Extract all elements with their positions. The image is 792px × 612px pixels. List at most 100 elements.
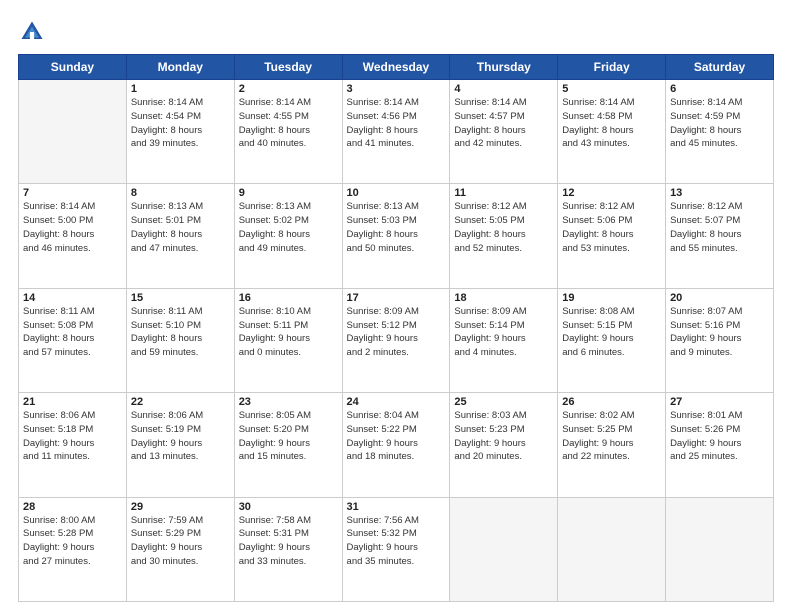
sunrise-text: Sunrise: 8:14 AM (454, 97, 526, 108)
daylight-minutes-text: and 20 minutes. (454, 451, 522, 462)
calendar-day-cell: 19Sunrise: 8:08 AMSunset: 5:15 PMDayligh… (558, 288, 666, 392)
day-number: 25 (454, 396, 553, 408)
calendar-week-row: 1Sunrise: 8:14 AMSunset: 4:54 PMDaylight… (19, 80, 774, 184)
day-number: 10 (347, 187, 446, 199)
sunrise-text: Sunrise: 8:12 AM (562, 201, 634, 212)
daylight-hours-text: Daylight: 9 hours (670, 333, 741, 344)
calendar-day-cell: 12Sunrise: 8:12 AMSunset: 5:06 PMDayligh… (558, 184, 666, 288)
day-number: 15 (131, 292, 230, 304)
weekday-header-cell: Monday (126, 55, 234, 80)
daylight-hours-text: Daylight: 8 hours (239, 125, 310, 136)
daylight-hours-text: Daylight: 8 hours (670, 229, 741, 240)
daylight-hours-text: Daylight: 9 hours (23, 438, 94, 449)
sunrise-text: Sunrise: 8:06 AM (23, 410, 95, 421)
calendar-day-cell: 15Sunrise: 8:11 AMSunset: 5:10 PMDayligh… (126, 288, 234, 392)
day-info: Sunrise: 8:03 AMSunset: 5:23 PMDaylight:… (454, 409, 553, 464)
day-number: 13 (670, 187, 769, 199)
calendar-day-cell (450, 497, 558, 601)
sunrise-text: Sunrise: 8:04 AM (347, 410, 419, 421)
sunrise-text: Sunrise: 8:14 AM (562, 97, 634, 108)
daylight-minutes-text: and 33 minutes. (239, 556, 307, 567)
daylight-minutes-text: and 52 minutes. (454, 243, 522, 254)
calendar-day-cell: 16Sunrise: 8:10 AMSunset: 5:11 PMDayligh… (234, 288, 342, 392)
sunset-text: Sunset: 4:55 PM (239, 111, 309, 122)
sunset-text: Sunset: 5:28 PM (23, 528, 93, 539)
sunset-text: Sunset: 5:10 PM (131, 320, 201, 331)
sunset-text: Sunset: 5:12 PM (347, 320, 417, 331)
sunset-text: Sunset: 5:25 PM (562, 424, 632, 435)
daylight-hours-text: Daylight: 8 hours (131, 125, 202, 136)
logo-icon (18, 18, 46, 46)
calendar-day-cell: 18Sunrise: 8:09 AMSunset: 5:14 PMDayligh… (450, 288, 558, 392)
day-number: 27 (670, 396, 769, 408)
calendar-day-cell: 17Sunrise: 8:09 AMSunset: 5:12 PMDayligh… (342, 288, 450, 392)
daylight-minutes-text: and 35 minutes. (347, 556, 415, 567)
day-info: Sunrise: 8:06 AMSunset: 5:19 PMDaylight:… (131, 409, 230, 464)
daylight-minutes-text: and 49 minutes. (239, 243, 307, 254)
daylight-minutes-text: and 43 minutes. (562, 138, 630, 149)
day-number: 12 (562, 187, 661, 199)
sunset-text: Sunset: 5:07 PM (670, 215, 740, 226)
calendar-day-cell: 11Sunrise: 8:12 AMSunset: 5:05 PMDayligh… (450, 184, 558, 288)
sunrise-text: Sunrise: 8:13 AM (131, 201, 203, 212)
day-number: 17 (347, 292, 446, 304)
daylight-hours-text: Daylight: 8 hours (23, 333, 94, 344)
sunrise-text: Sunrise: 8:14 AM (239, 97, 311, 108)
calendar-day-cell: 14Sunrise: 8:11 AMSunset: 5:08 PMDayligh… (19, 288, 127, 392)
daylight-hours-text: Daylight: 9 hours (454, 333, 525, 344)
day-info: Sunrise: 8:07 AMSunset: 5:16 PMDaylight:… (670, 305, 769, 360)
daylight-hours-text: Daylight: 8 hours (454, 229, 525, 240)
sunrise-text: Sunrise: 8:01 AM (670, 410, 742, 421)
sunrise-text: Sunrise: 8:12 AM (670, 201, 742, 212)
sunset-text: Sunset: 5:05 PM (454, 215, 524, 226)
calendar-day-cell: 5Sunrise: 8:14 AMSunset: 4:58 PMDaylight… (558, 80, 666, 184)
daylight-minutes-text: and 25 minutes. (670, 451, 738, 462)
calendar-week-row: 28Sunrise: 8:00 AMSunset: 5:28 PMDayligh… (19, 497, 774, 601)
day-info: Sunrise: 8:04 AMSunset: 5:22 PMDaylight:… (347, 409, 446, 464)
sunrise-text: Sunrise: 8:02 AM (562, 410, 634, 421)
daylight-minutes-text: and 0 minutes. (239, 347, 301, 358)
weekday-header-cell: Wednesday (342, 55, 450, 80)
day-number: 23 (239, 396, 338, 408)
calendar-day-cell: 9Sunrise: 8:13 AMSunset: 5:02 PMDaylight… (234, 184, 342, 288)
sunset-text: Sunset: 5:16 PM (670, 320, 740, 331)
day-info: Sunrise: 8:12 AMSunset: 5:06 PMDaylight:… (562, 200, 661, 255)
sunrise-text: Sunrise: 8:05 AM (239, 410, 311, 421)
daylight-hours-text: Daylight: 8 hours (454, 125, 525, 136)
sunset-text: Sunset: 5:23 PM (454, 424, 524, 435)
calendar-day-cell: 2Sunrise: 8:14 AMSunset: 4:55 PMDaylight… (234, 80, 342, 184)
day-number: 29 (131, 501, 230, 513)
day-info: Sunrise: 8:14 AMSunset: 4:56 PMDaylight:… (347, 96, 446, 151)
sunrise-text: Sunrise: 7:58 AM (239, 515, 311, 526)
day-info: Sunrise: 8:09 AMSunset: 5:14 PMDaylight:… (454, 305, 553, 360)
day-info: Sunrise: 8:11 AMSunset: 5:08 PMDaylight:… (23, 305, 122, 360)
day-number: 14 (23, 292, 122, 304)
daylight-minutes-text: and 40 minutes. (239, 138, 307, 149)
daylight-hours-text: Daylight: 8 hours (347, 125, 418, 136)
sunrise-text: Sunrise: 8:13 AM (347, 201, 419, 212)
day-info: Sunrise: 8:14 AMSunset: 4:59 PMDaylight:… (670, 96, 769, 151)
calendar-day-cell: 31Sunrise: 7:56 AMSunset: 5:32 PMDayligh… (342, 497, 450, 601)
weekday-header-row: SundayMondayTuesdayWednesdayThursdayFrid… (19, 55, 774, 80)
calendar-day-cell (666, 497, 774, 601)
sunset-text: Sunset: 5:15 PM (562, 320, 632, 331)
sunset-text: Sunset: 5:11 PM (239, 320, 309, 331)
day-info: Sunrise: 8:12 AMSunset: 5:05 PMDaylight:… (454, 200, 553, 255)
sunset-text: Sunset: 4:59 PM (670, 111, 740, 122)
page: SundayMondayTuesdayWednesdayThursdayFrid… (0, 0, 792, 612)
day-info: Sunrise: 7:56 AMSunset: 5:32 PMDaylight:… (347, 514, 446, 569)
daylight-minutes-text: and 59 minutes. (131, 347, 199, 358)
sunset-text: Sunset: 5:06 PM (562, 215, 632, 226)
daylight-minutes-text: and 9 minutes. (670, 347, 732, 358)
header (18, 18, 774, 46)
day-number: 30 (239, 501, 338, 513)
daylight-minutes-text: and 55 minutes. (670, 243, 738, 254)
daylight-minutes-text: and 45 minutes. (670, 138, 738, 149)
calendar-day-cell: 20Sunrise: 8:07 AMSunset: 5:16 PMDayligh… (666, 288, 774, 392)
daylight-minutes-text: and 2 minutes. (347, 347, 409, 358)
daylight-hours-text: Daylight: 9 hours (347, 542, 418, 553)
sunrise-text: Sunrise: 8:14 AM (131, 97, 203, 108)
sunset-text: Sunset: 5:29 PM (131, 528, 201, 539)
sunset-text: Sunset: 4:54 PM (131, 111, 201, 122)
sunset-text: Sunset: 4:57 PM (454, 111, 524, 122)
